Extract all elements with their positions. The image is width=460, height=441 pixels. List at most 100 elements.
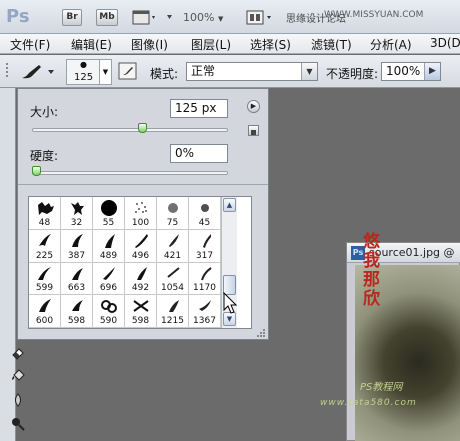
brush-preset-size: 598 — [67, 316, 86, 326]
scroll-down-icon[interactable]: ▼ — [223, 312, 236, 326]
opacity-value: 100% — [386, 64, 421, 78]
panel-menu-button[interactable]: ▶ — [247, 100, 260, 113]
brush-preset-cell[interactable]: 590 — [93, 295, 125, 328]
opacity-field[interactable]: 100% ▶ — [381, 62, 441, 81]
brush-preset-cell[interactable]: 75 — [157, 197, 189, 230]
brush-tip-icon — [71, 202, 84, 215]
brush-preset-size: 100 — [131, 217, 150, 228]
brush-preset-cell[interactable]: 489 — [93, 229, 125, 263]
tools-panel — [0, 88, 16, 441]
size-slider-thumb[interactable] — [137, 123, 147, 133]
arrange-documents-icon[interactable] — [246, 9, 276, 26]
menu-image[interactable]: 图像(I) — [131, 36, 168, 53]
brush-preset-cell[interactable]: 492 — [125, 262, 157, 296]
brush-preset-cell[interactable]: 421 — [157, 229, 189, 263]
blur-tool-icon[interactable] — [10, 392, 26, 408]
brush-preset-size: 32 — [70, 217, 83, 228]
chevron-right-icon[interactable]: ▶ — [424, 63, 440, 80]
zoom-level[interactable]: 100% ▼ — [183, 11, 223, 24]
brush-preset-size: 590 — [99, 316, 118, 326]
brush-preset-cell[interactable]: 598 — [125, 295, 157, 328]
menu-layer[interactable]: 图层(L) — [191, 36, 231, 53]
seal-watermark: 悠我那欣 — [359, 232, 379, 308]
brush-tip-icon — [133, 300, 149, 313]
brush-preset-cell[interactable]: 496 — [125, 229, 157, 263]
brush-preset-cell[interactable]: 696 — [93, 262, 125, 296]
options-bar-grip-icon — [4, 61, 14, 81]
hardness-slider-thumb[interactable] — [32, 166, 41, 176]
brush-preset-size: 496 — [131, 250, 150, 261]
brush-tip-icon — [135, 233, 148, 248]
brush-tip-icon — [39, 233, 51, 246]
panel-divider — [18, 184, 268, 185]
blend-mode-value: 正常 — [191, 64, 216, 78]
brush-preset-size: 48 — [38, 217, 51, 228]
watermark-bottom-title: PS教程网 — [360, 382, 403, 393]
brush-preset-cell[interactable]: 1215 — [157, 295, 189, 328]
brush-preset-cell[interactable]: 598 — [61, 295, 93, 328]
brush-tip-icon — [101, 200, 117, 216]
brush-preset-cell[interactable]: 663 — [61, 262, 93, 296]
eraser-tool-icon[interactable] — [10, 344, 26, 360]
brush-tip-icon — [103, 266, 115, 280]
brush-preset-cell[interactable]: 317 — [189, 229, 221, 263]
brush-preset-cell[interactable]: 100 — [125, 197, 157, 230]
brush-preset-size: 317 — [195, 250, 214, 261]
blend-mode-select[interactable]: 正常 ▼ — [186, 62, 318, 81]
brush-preset-size: 75 — [166, 217, 179, 228]
brush-preset-cell[interactable]: 225 — [29, 229, 61, 263]
brush-tip-icon — [105, 233, 115, 248]
brush-preset-size: 1367 — [193, 316, 216, 326]
zoom-value: 100% — [183, 11, 215, 24]
brush-preset-size: 1215 — [161, 316, 184, 326]
brush-preset-cell[interactable]: 387 — [61, 229, 93, 263]
document-title: source01.jpg @ — [369, 246, 455, 259]
brush-preset-picker[interactable]: ● 125 ▼ — [66, 59, 112, 85]
size-label: 大小: — [30, 105, 59, 119]
chevron-down-icon: ▼ — [301, 63, 317, 80]
hardness-slider-track[interactable] — [32, 171, 228, 175]
menu-filter[interactable]: 滤镜(T) — [311, 36, 352, 53]
brush-preset-size: 489 — [99, 250, 118, 261]
menu-analysis[interactable]: 分析(A) — [370, 36, 412, 53]
menu-edit[interactable]: 编辑(E) — [71, 36, 112, 53]
paint-bucket-tool-icon[interactable] — [10, 368, 26, 384]
tool-preset-picker[interactable] — [18, 62, 58, 82]
menu-file[interactable]: 文件(F) — [10, 36, 50, 53]
brush-tip-icon — [101, 300, 117, 314]
opacity-label: 不透明度: — [326, 67, 379, 81]
brush-preset-cell[interactable]: 1170 — [189, 262, 221, 296]
brush-preset-cell[interactable]: 55 — [93, 197, 125, 230]
size-slider-track[interactable] — [32, 128, 228, 132]
brush-preset-cell[interactable]: 1367 — [189, 295, 221, 328]
view-extras-icon[interactable] — [132, 9, 158, 26]
brush-preset-cell[interactable]: 48 — [29, 197, 61, 230]
brush-panel-toggle-icon[interactable] — [118, 62, 138, 81]
menu-select[interactable]: 选择(S) — [250, 36, 291, 53]
menu-bar: 文件(F) 编辑(E) 图像(I) 图层(L) 选择(S) 滤镜(T) 分析(A… — [0, 34, 460, 54]
brush-preset-cell[interactable]: 1054 — [157, 262, 189, 296]
launch-mini-bridge-button[interactable]: Mb — [96, 9, 118, 26]
brush-preset-cell[interactable]: 45 — [189, 197, 221, 230]
mode-label: 模式: — [150, 67, 179, 81]
menu-3d[interactable]: 3D(D) — [430, 36, 460, 50]
brush-preset-size: 225 — [35, 250, 54, 261]
brush-tip-icon — [39, 299, 51, 313]
hardness-input[interactable]: 0% — [170, 144, 228, 163]
brush-preset-cell[interactable]: 32 — [61, 197, 93, 230]
brush-preset-cell[interactable]: 600 — [29, 295, 61, 328]
brush-tip-icon — [167, 266, 180, 278]
launch-bridge-button[interactable]: Br — [62, 9, 82, 26]
brush-tip-icon — [72, 300, 83, 312]
new-preset-icon[interactable] — [248, 125, 259, 136]
brush-grid: 48 32 55 100 75 45 225 387 489 496 421 317 599 663 696… — [29, 197, 221, 328]
dodge-tool-icon[interactable] — [10, 416, 26, 432]
watermark-top-url: WWW.MISSYUAN.COM — [324, 10, 424, 20]
scroll-up-icon[interactable]: ▲ — [223, 198, 236, 212]
resize-grip-icon[interactable] — [256, 327, 266, 337]
brush-preset-cell[interactable]: 599 — [29, 262, 61, 296]
brush-preset-size: 45 — [198, 217, 211, 228]
brush-preset-size: 421 — [163, 250, 182, 261]
brush-preset-size: 663 — [67, 283, 86, 294]
size-input[interactable]: 125 px — [170, 99, 228, 118]
